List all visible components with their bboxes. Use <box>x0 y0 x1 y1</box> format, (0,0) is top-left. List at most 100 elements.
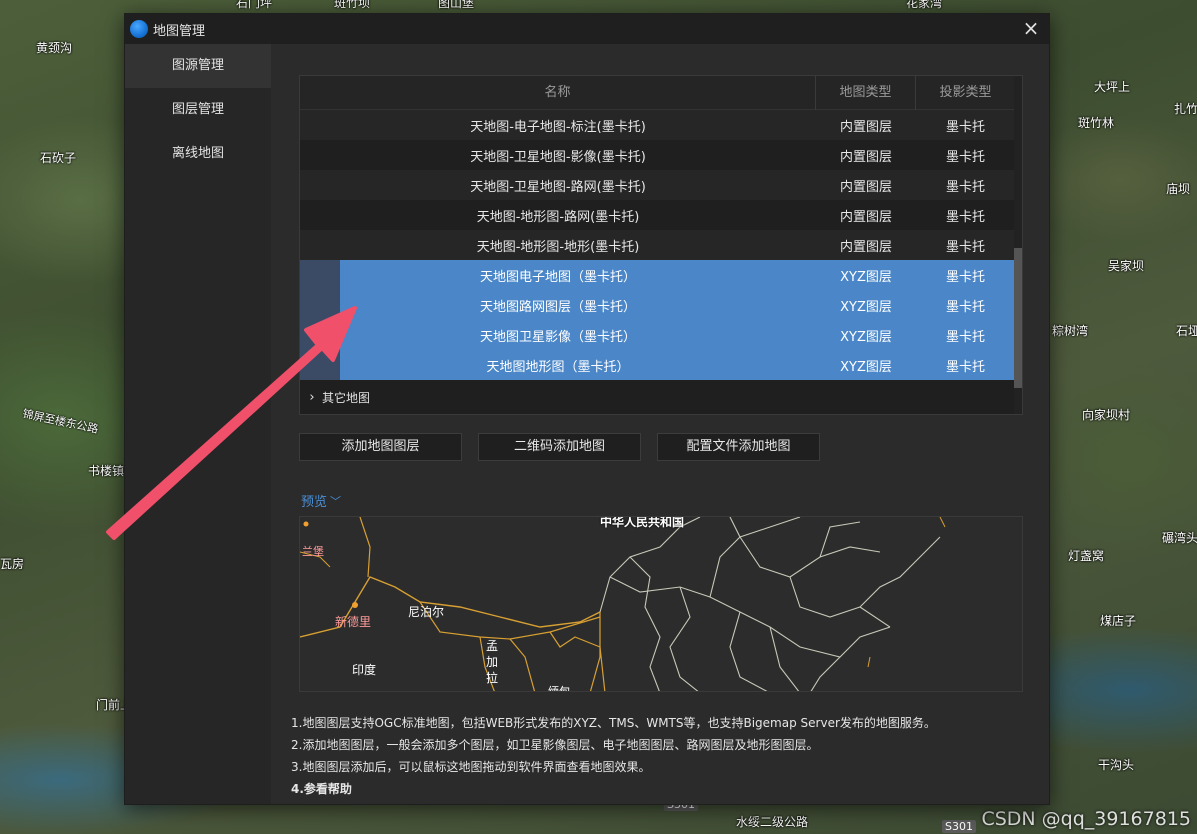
sidebar: 图源管理 图层管理 离线地图 <box>125 44 271 804</box>
row-indent <box>300 290 340 320</box>
map-label: 水绥二级公路 <box>736 815 809 829</box>
map-label: 书楼镇 <box>88 464 125 478</box>
group-label: 其它地图 <box>322 390 371 405</box>
table-header: 名称 地图类型 投影类型 <box>300 76 1015 110</box>
map-label-bangladesh-3: 拉 <box>486 671 499 685</box>
column-header-projection[interactable]: 投影类型 <box>916 76 1015 110</box>
sidebar-item-source-management[interactable]: 图源管理 <box>125 44 271 88</box>
cell-map-type: XYZ图层 <box>840 269 892 285</box>
map-label: 煤店子 <box>1100 614 1137 628</box>
cell-projection: 墨卡托 <box>945 209 985 225</box>
table-row-selected[interactable]: 天地图地形图（墨卡托） XYZ图层 墨卡托 <box>300 350 1015 380</box>
column-header-name[interactable]: 名称 <box>300 76 816 110</box>
dialog-title: 地图管理 <box>153 23 206 39</box>
cell-projection: 墨卡托 <box>945 269 985 285</box>
sidebar-item-label: 离线地图 <box>171 146 224 161</box>
app-logo-icon <box>130 20 148 38</box>
cell-projection: 墨卡托 <box>945 299 985 315</box>
map-label-myanmar: 缅甸 <box>548 685 570 692</box>
table-body: 天地图-电子地图-标注(墨卡托) 内置图层 墨卡托 天地图-卫星地图-影像(墨卡… <box>300 110 1015 380</box>
cell-name: 天地图-地形图-地形(墨卡托) <box>476 239 640 255</box>
cell-name: 天地图卫星影像（墨卡托） <box>479 329 636 345</box>
table-row-selected[interactable]: 天地图卫星影像（墨卡托） XYZ图层 墨卡托 <box>300 320 1015 350</box>
sidebar-item-offline-map[interactable]: 离线地图 <box>125 132 271 176</box>
map-label-china: 中华人民共和国 <box>600 516 685 529</box>
cell-map-type: XYZ图层 <box>840 299 892 315</box>
sidebar-item-label: 图层管理 <box>171 102 224 117</box>
cell-map-type: XYZ图层 <box>840 329 892 345</box>
config-file-add-map-button[interactable]: 配置文件添加地图 <box>657 433 820 461</box>
cell-name: 天地图-卫星地图-路网(墨卡托) <box>470 179 646 195</box>
cell-map-type: 内置图层 <box>839 239 892 255</box>
map-label: 图山堡 <box>438 0 475 10</box>
preview-toggle[interactable]: 预览 ﹀ <box>301 491 342 511</box>
map-label: 大坪上 <box>1094 80 1131 94</box>
map-label-bangladesh-1: 孟 <box>486 639 499 653</box>
cell-projection: 墨卡托 <box>945 119 985 135</box>
title-bar[interactable]: 地图管理 × <box>125 14 1049 44</box>
cell-map-type: 内置图层 <box>839 149 892 165</box>
table-row[interactable]: 天地图-电子地图-标注(墨卡托) 内置图层 墨卡托 <box>300 110 1015 140</box>
qr-add-map-button[interactable]: 二维码添加地图 <box>478 433 641 461</box>
row-indent <box>300 320 340 350</box>
cell-map-type: XYZ图层 <box>840 359 892 375</box>
help-line-1: 1.地图图层支持OGC标准地图，包括WEB形式发布的XYZ、TMS、WMTS等，… <box>291 716 936 730</box>
cell-name: 天地图路网图层（墨卡托） <box>479 299 636 315</box>
sidebar-item-label: 图源管理 <box>171 58 224 73</box>
close-icon[interactable]: × <box>1019 17 1043 41</box>
watermark: CSDN @qq_39167815 <box>981 808 1191 830</box>
sidebar-item-layer-management[interactable]: 图层管理 <box>125 88 271 132</box>
map-label: 石门坪 <box>236 0 273 10</box>
map-label-india: 印度 <box>352 663 377 677</box>
map-label: 扎竹 <box>1174 102 1197 116</box>
cell-name: 天地图-卫星地图-影像(墨卡托) <box>470 149 646 165</box>
map-label: 花家湾 <box>906 0 943 10</box>
map-label: 庙坝 <box>1166 182 1191 196</box>
column-header-map-type[interactable]: 地图类型 <box>816 76 916 110</box>
map-label: 干沟头 <box>1098 758 1135 772</box>
table-row-selected[interactable]: 天地图电子地图（墨卡托） XYZ图层 墨卡托 <box>300 260 1015 290</box>
road-badge: S301 <box>942 820 976 833</box>
main-panel: 名称 地图类型 投影类型 天地图-电子地图-标注(墨卡托) 内置图层 墨卡托 天… <box>271 44 1049 804</box>
map-label-nepal: 尼泊尔 <box>408 605 445 619</box>
row-indent <box>300 260 340 290</box>
map-label: 碾湾头 <box>1162 531 1197 545</box>
map-label: 吴家坝 <box>1108 259 1145 273</box>
table-row[interactable]: 天地图-卫星地图-影像(墨卡托) 内置图层 墨卡托 <box>300 140 1015 170</box>
help-link[interactable]: 4.参看帮助 <box>291 778 1039 800</box>
preview-map[interactable]: 中华人民共和国 兰堡 新德里 尼泊尔 印度 孟 加 拉 缅甸 <box>299 516 1023 692</box>
table-row[interactable]: 天地图-地形图-路网(墨卡托) 内置图层 墨卡托 <box>300 200 1015 230</box>
cell-name: 天地图-地形图-路网(墨卡托) <box>476 209 640 225</box>
table-row[interactable]: 天地图-卫星地图-路网(墨卡托) 内置图层 墨卡托 <box>300 170 1015 200</box>
add-map-layer-button[interactable]: 添加地图图层 <box>299 433 462 461</box>
help-line-3: 3.地图图层添加后，可以鼠标这地图拖动到软件界面查看地图效果。 <box>291 760 651 774</box>
table-row[interactable]: 天地图-地形图-地形(墨卡托) 内置图层 墨卡托 <box>300 230 1015 260</box>
map-manager-dialog: 地图管理 × 图源管理 图层管理 离线地图 名称 地图类型 投影类型 天地图-电… <box>124 13 1050 805</box>
cell-projection: 墨卡托 <box>945 149 985 165</box>
table-scrollbar[interactable] <box>1014 76 1022 414</box>
group-row-other-maps[interactable]: › 其它地图 <box>300 380 1015 414</box>
map-label: 斑竹坝 <box>334 0 371 10</box>
cell-map-type: 内置图层 <box>839 209 892 225</box>
chevron-right-icon[interactable]: › <box>302 390 322 405</box>
cell-projection: 墨卡托 <box>945 329 985 345</box>
help-text: 1.地图图层支持OGC标准地图，包括WEB形式发布的XYZ、TMS、WMTS等，… <box>291 712 1039 800</box>
row-indent <box>300 350 340 380</box>
map-label-bangladesh-2: 加 <box>486 655 499 669</box>
cell-map-type: 内置图层 <box>839 179 892 195</box>
cell-name: 天地图地形图（墨卡托） <box>486 359 630 375</box>
cell-projection: 墨卡托 <box>945 179 985 195</box>
scrollbar-thumb[interactable] <box>1014 248 1022 388</box>
map-label: 粽树湾 <box>1052 324 1089 338</box>
table-row-selected[interactable]: 天地图路网图层（墨卡托） XYZ图层 墨卡托 <box>300 290 1015 320</box>
map-label-newdelhi: 新德里 <box>335 615 372 629</box>
cell-name: 天地图电子地图（墨卡托） <box>479 269 636 285</box>
help-line-2: 2.添加地图图层，一般会添加多个图层，如卫星影像图层、电子地图图层、路网图层及地… <box>291 738 819 752</box>
map-label: 石垭 <box>1176 324 1197 338</box>
map-label: 瓦房 <box>0 557 25 571</box>
map-label: 灯盏窝 <box>1068 549 1105 563</box>
map-label: 石砍子 <box>40 151 77 165</box>
cell-name: 天地图-电子地图-标注(墨卡托) <box>470 119 646 135</box>
map-label: 斑竹林 <box>1078 116 1115 130</box>
chevron-down-icon: ﹀ <box>330 494 342 508</box>
